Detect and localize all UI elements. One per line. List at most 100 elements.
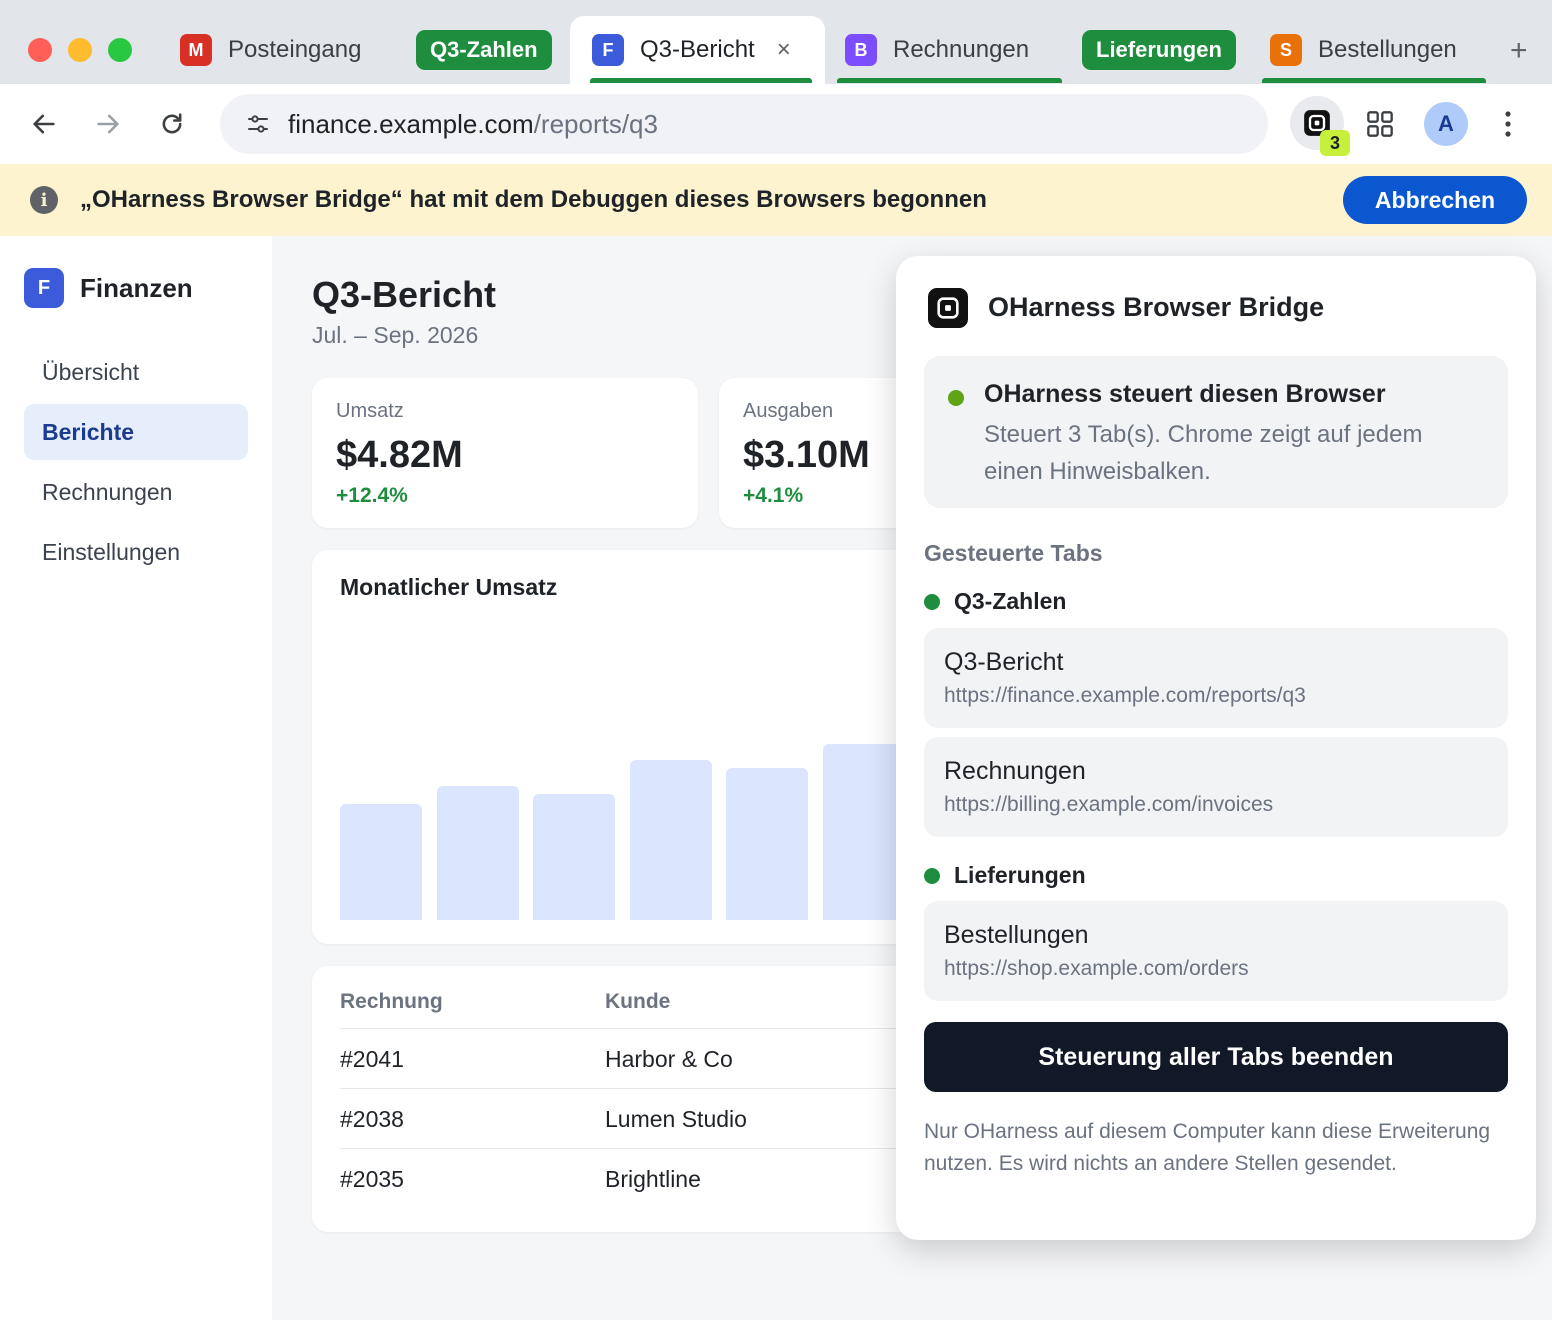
tab-title: Bestellungen — [1318, 36, 1457, 63]
arrow-right-icon — [97, 114, 119, 134]
group-name: Q3-Zahlen — [954, 588, 1067, 614]
info-icon: i — [30, 186, 58, 214]
debugging-infobar: i „OHarness Browser Bridge“ hat mit dem … — [0, 164, 1552, 236]
reload-button[interactable] — [154, 106, 190, 142]
cancel-debugging-button[interactable]: Abbrechen — [1343, 176, 1527, 224]
close-tab-icon[interactable]: × — [777, 36, 791, 64]
extensions-button[interactable] — [1362, 106, 1398, 142]
infobar-message: „OHarness Browser Bridge“ hat mit dem De… — [80, 186, 987, 213]
controlled-tab-url: https://shop.example.com/orders — [944, 957, 1249, 980]
chart-title: Monatlicher Umsatz — [340, 574, 558, 600]
sidebar-item-berichte[interactable]: Berichte — [24, 404, 248, 460]
sidebar-item-uebersicht[interactable]: Übersicht — [24, 344, 248, 400]
tab-title: Posteingang — [228, 36, 362, 63]
chart-bar — [726, 768, 809, 920]
minimize-window-button[interactable] — [68, 38, 92, 62]
stop-all-tabs-button[interactable]: Steuerung aller Tabs beenden — [924, 1022, 1508, 1092]
controlled-tab-title: Q3-Bericht — [944, 648, 1064, 676]
address-bar[interactable]: finance.example.com/reports/q3 — [220, 94, 1268, 154]
sidebar-item-rechnungen[interactable]: Rechnungen — [24, 464, 248, 520]
invoice-number[interactable]: #2041 — [340, 1046, 404, 1073]
kpi-card-umsatz: Umsatz $4.82M +12.4% — [312, 378, 698, 528]
chart-bar — [436, 786, 519, 920]
url-host: finance.example.com — [288, 108, 534, 139]
status-heading: OHarness steuert diesen Browser — [984, 380, 1386, 408]
column-header-kunde: Kunde — [605, 990, 671, 1013]
kpi-value: $3.10M — [743, 434, 870, 476]
controlled-tab-url: https://finance.example.com/reports/q3 — [944, 684, 1306, 707]
tab-bestellungen[interactable]: S Bestellungen — [1270, 16, 1457, 84]
controlled-tab-item[interactable]: Rechnungen https://billing.example.com/i… — [924, 737, 1508, 837]
customer-name: Harbor & Co — [605, 1046, 733, 1072]
new-tab-button[interactable]: + — [1510, 34, 1528, 68]
controlled-tab-item[interactable]: Q3-Bericht https://finance.example.com/r… — [924, 628, 1508, 728]
tab-title: Rechnungen — [893, 36, 1030, 63]
shop-favicon-icon: S — [1270, 34, 1302, 66]
tab-group-chip-q3-zahlen[interactable]: Q3-Zahlen — [416, 30, 552, 70]
invoice-number[interactable]: #2035 — [340, 1166, 404, 1193]
status-indicator — [948, 390, 964, 406]
group-header-lieferungen: Lieferungen — [924, 862, 1086, 889]
tab-rechnungen[interactable]: B Rechnungen — [845, 16, 1029, 84]
more-vertical-icon — [1505, 111, 1511, 137]
group-dot — [924, 867, 940, 884]
gmail-favicon-icon: M — [180, 34, 212, 66]
app-sidebar: F Finanzen Übersicht Berichte Rechnungen… — [0, 236, 272, 1320]
popup-title: OHarness Browser Bridge — [988, 292, 1325, 322]
forward-button[interactable] — [90, 106, 126, 142]
site-settings-icon[interactable] — [246, 112, 270, 136]
page-subtitle: Jul. – Sep. 2026 — [312, 322, 479, 348]
controlled-tab-item[interactable]: Bestellungen https://shop.example.com/or… — [924, 901, 1508, 1001]
extension-badge: 3 — [1320, 130, 1350, 156]
kpi-label: Umsatz — [336, 400, 404, 422]
chart-bar — [629, 760, 712, 920]
tab-q3-bericht[interactable]: F Q3-Bericht × — [570, 16, 825, 84]
chart-bar — [533, 794, 616, 920]
tab-title: Q3-Bericht — [640, 36, 755, 63]
tab-group-chip-lieferungen[interactable]: Lieferungen — [1082, 30, 1236, 70]
reload-icon — [162, 113, 182, 134]
controlled-tab-url: https://billing.example.com/invoices — [944, 793, 1274, 816]
oharness-logo-icon — [928, 288, 968, 328]
close-window-button[interactable] — [28, 38, 52, 62]
tab-strip: M Posteingang Q3-Zahlen F Q3-Bericht × B… — [0, 0, 1552, 84]
divider — [340, 1148, 900, 1149]
tab-group-indicator — [590, 78, 812, 83]
control-status: OHarness steuert diesen Browser Steuert … — [924, 356, 1508, 508]
tab-posteingang[interactable]: M Posteingang — [180, 16, 361, 84]
finance-logo-icon: F — [24, 268, 64, 308]
customer-name: Lumen Studio — [605, 1106, 747, 1132]
status-description: Steuert 3 Tab(s). Chrome zeigt auf jedem… — [984, 421, 1423, 485]
divider — [340, 1028, 900, 1029]
group-name: Lieferungen — [954, 862, 1086, 888]
kpi-delta: +4.1% — [743, 484, 804, 507]
sidebar-item-einstellungen[interactable]: Einstellungen — [24, 524, 248, 580]
invoice-table: Rechnung Kunde #2041 Harbor & Co #2038 L… — [312, 966, 952, 1232]
maximize-window-button[interactable] — [108, 38, 132, 62]
billing-favicon-icon: B — [845, 34, 877, 66]
column-header-rechnung: Rechnung — [340, 990, 443, 1013]
divider — [340, 1088, 900, 1089]
invoice-number[interactable]: #2038 — [340, 1106, 404, 1133]
profile-avatar[interactable]: A — [1424, 102, 1468, 146]
kpi-delta: +12.4% — [336, 484, 408, 507]
privacy-footnote: Nur OHarness auf diesem Computer kann di… — [924, 1120, 1491, 1175]
kpi-label: Ausgaben — [743, 400, 834, 422]
oharness-extension-popup: OHarness Browser Bridge OHarness steuert… — [896, 256, 1536, 1240]
url-path: /reports/q3 — [533, 108, 658, 139]
controlled-tabs-heading: Gesteuerte Tabs — [924, 540, 1103, 566]
brand: F Finanzen — [24, 268, 193, 308]
finance-favicon-icon: F — [592, 34, 624, 66]
browser-toolbar: finance.example.com/reports/q3 3 A — [0, 84, 1552, 164]
controlled-tab-title: Rechnungen — [944, 757, 1086, 785]
controlled-tab-title: Bestellungen — [944, 921, 1089, 949]
puzzle-icon — [1367, 111, 1393, 137]
tab-group-indicator — [837, 78, 1062, 83]
back-button[interactable] — [26, 106, 62, 142]
chart-bar — [823, 744, 905, 920]
customer-name: Brightline — [605, 1166, 701, 1192]
browser-menu-button[interactable] — [1490, 106, 1526, 142]
revenue-chart-card: Monatlicher Umsatz — [312, 550, 952, 944]
kpi-value: $4.82M — [336, 434, 463, 476]
page-title: Q3-Bericht — [312, 274, 497, 315]
